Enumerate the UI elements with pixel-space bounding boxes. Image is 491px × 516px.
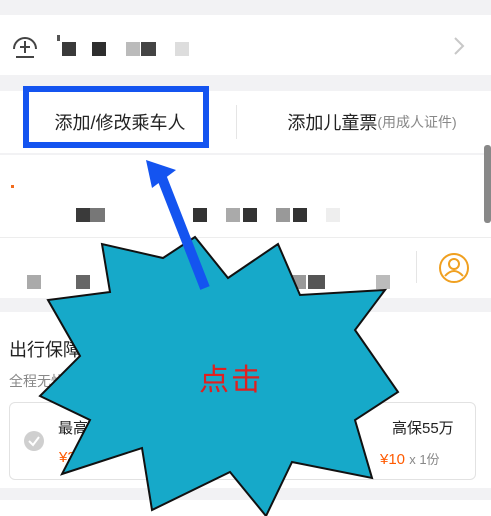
annotation-text: 点击 [199, 364, 263, 397]
annotation-overlay [38, 160, 400, 516]
